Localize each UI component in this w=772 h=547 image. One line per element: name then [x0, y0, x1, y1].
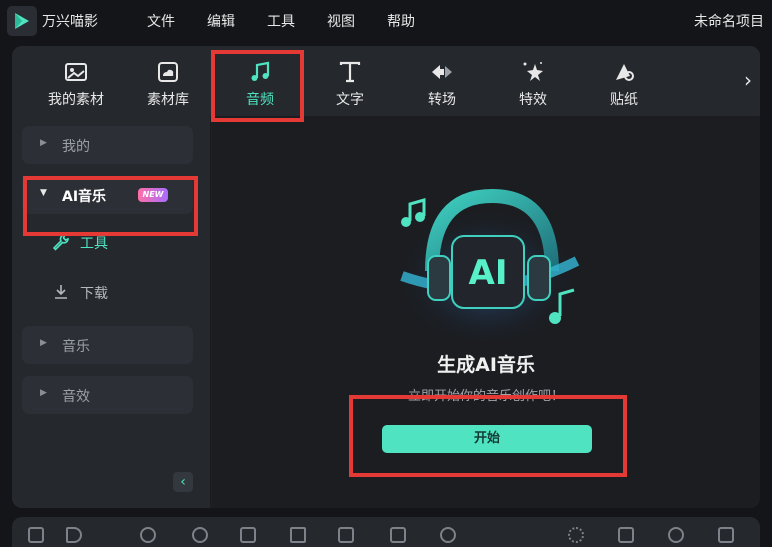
ai-headphones-illustration: AI — [397, 188, 580, 341]
hero-ai-text: AI — [469, 253, 508, 293]
text-icon — [339, 61, 361, 83]
tab-label: 贴纸 — [610, 92, 638, 108]
app-logo-icon — [7, 6, 37, 36]
sidebar-item-mine[interactable]: ▶ 我的 — [22, 126, 193, 164]
tab-effects[interactable]: 特效 — [493, 46, 573, 116]
menu-edit[interactable]: 编辑 — [207, 11, 235, 31]
tab-text[interactable]: 文字 — [310, 46, 390, 116]
speed-icon[interactable] — [568, 527, 584, 543]
sidebar-item-label: 音效 — [62, 389, 90, 405]
menu-tools[interactable]: 工具 — [267, 11, 295, 31]
transition-icon — [432, 65, 452, 79]
download-icon — [55, 285, 67, 299]
sticker-icon — [616, 64, 634, 81]
crop-icon[interactable] — [618, 527, 634, 543]
sidebar-item-label: 音乐 — [62, 339, 90, 355]
caret-right-icon: ▶ — [40, 388, 47, 398]
sidebar-item-label: 我的 — [62, 139, 90, 155]
tab-label: 转场 — [428, 92, 456, 108]
category-sidebar: ▶ 我的 ▼ AI音乐 NEW 工具 下载 ▶ 音乐 ▶ 音效 ‹ — [12, 116, 211, 508]
select-icon[interactable] — [66, 527, 82, 543]
caret-right-icon: ▶ — [40, 138, 47, 148]
microphone-icon[interactable] — [668, 527, 684, 543]
highlight-box-audio-tab — [211, 50, 304, 122]
tab-label: 特效 — [519, 92, 547, 108]
cloud-image-icon — [158, 62, 178, 82]
asset-toolbar: 我的素材 素材库 音频 文字 转场 特效 贴纸 › — [12, 46, 760, 116]
sidebar-subitem-label: 下载 — [80, 286, 108, 302]
highlight-box-start-button — [349, 395, 627, 477]
effects-icon — [523, 62, 543, 81]
marker-icon[interactable] — [390, 527, 406, 543]
tab-label: 文字 — [336, 92, 364, 108]
project-name: 未命名项目 — [694, 14, 764, 30]
ai-music-title: 生成AI音乐 — [437, 354, 535, 376]
redo-icon[interactable] — [192, 527, 208, 543]
image-icon — [65, 63, 87, 81]
timeline-toolbar — [12, 517, 760, 547]
cut-icon[interactable] — [290, 527, 306, 543]
text-tool-icon[interactable] — [338, 527, 354, 543]
sidebar-item-music[interactable]: ▶ 音乐 — [22, 326, 193, 364]
chevron-right-icon[interactable]: › — [744, 68, 752, 92]
layout-icon[interactable] — [28, 527, 44, 543]
title-bar: 万兴喵影 文件 编辑 工具 视图 帮助 未命名项目 — [0, 0, 772, 42]
sidebar-subitem-label: 工具 — [80, 236, 108, 252]
list-icon[interactable] — [718, 527, 734, 543]
tab-stock-media[interactable]: 素材库 — [128, 46, 208, 116]
tab-label: 我的素材 — [48, 92, 104, 108]
undo-icon[interactable] — [140, 527, 156, 543]
caret-right-icon: ▶ — [40, 338, 47, 348]
menu-file[interactable]: 文件 — [147, 11, 175, 31]
chevron-left-icon[interactable]: ‹ — [173, 472, 193, 492]
sidebar-item-sound-effects[interactable]: ▶ 音效 — [22, 376, 193, 414]
menu-view[interactable]: 视图 — [327, 11, 355, 31]
tab-my-media[interactable]: 我的素材 — [36, 46, 116, 116]
delete-icon[interactable] — [240, 527, 256, 543]
tab-stickers[interactable]: 贴纸 — [584, 46, 664, 116]
color-icon[interactable] — [440, 527, 456, 543]
app-name: 万兴喵影 — [42, 14, 98, 30]
highlight-box-ai-music — [23, 176, 198, 236]
menu-help[interactable]: 帮助 — [387, 11, 415, 31]
tab-label: 素材库 — [147, 92, 189, 108]
tab-transitions[interactable]: 转场 — [402, 46, 482, 116]
